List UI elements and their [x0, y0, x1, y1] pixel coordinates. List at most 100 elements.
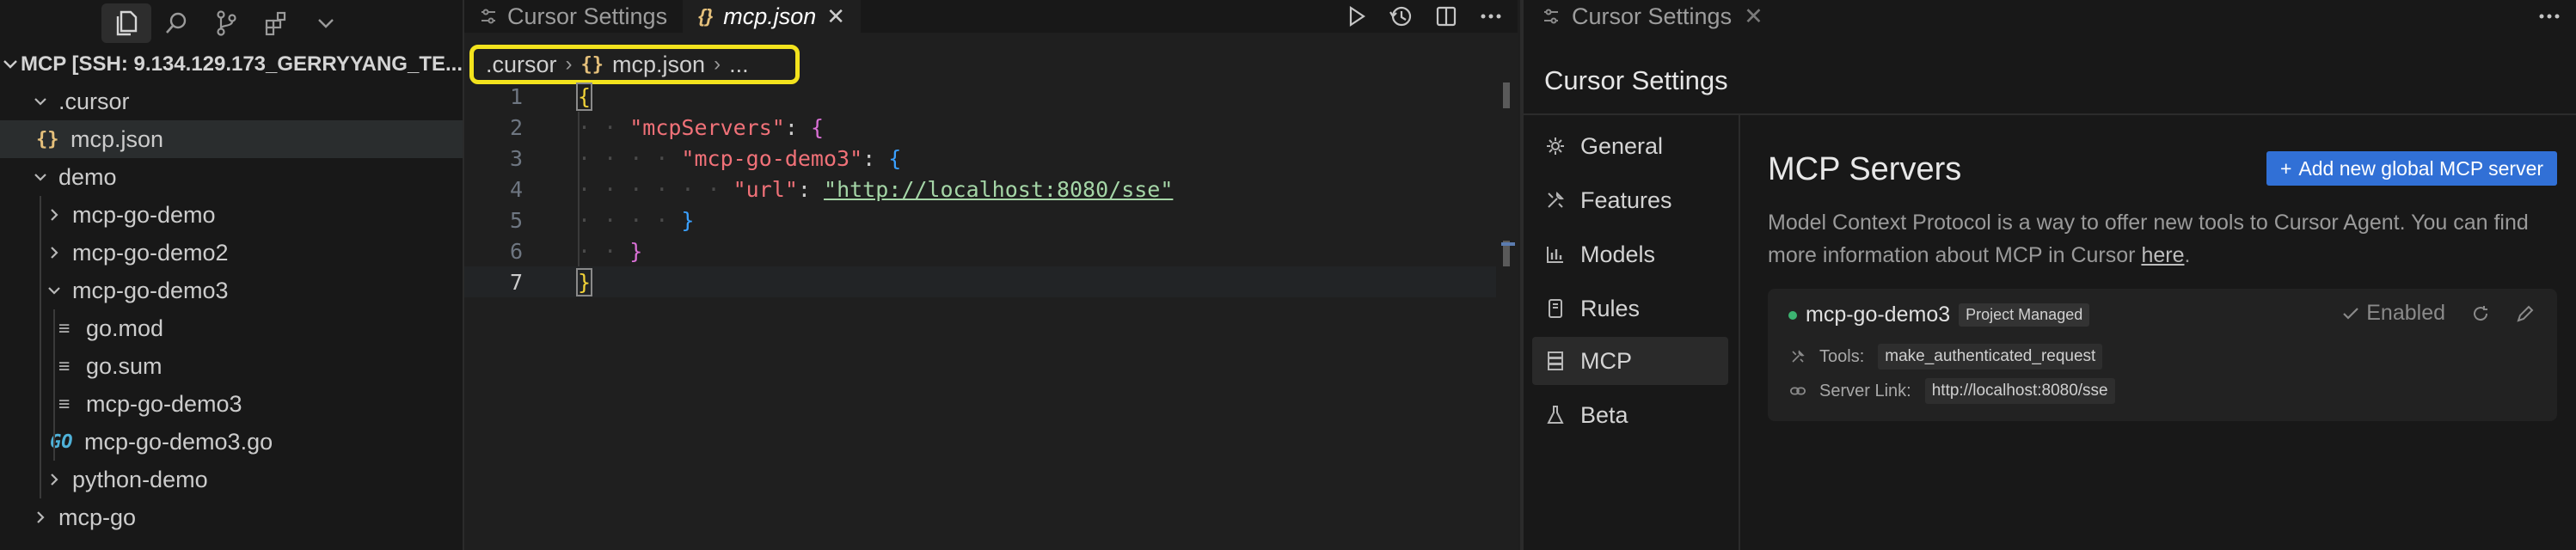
tab-label: Cursor Settings — [1572, 3, 1733, 29]
editor-tabs: Cursor Settings {} mcp.json ✕ — [464, 0, 1518, 33]
tab-cursor-settings[interactable]: Cursor Settings — [464, 0, 683, 33]
nav-item-general[interactable]: General — [1532, 122, 1728, 170]
nav-item-beta[interactable]: Beta — [1532, 391, 1728, 439]
nav-label: Rules — [1580, 295, 1641, 321]
close-icon[interactable]: ✕ — [1744, 3, 1763, 30]
code-line: 2 · · "mcpServers": { — [464, 112, 1496, 143]
tab-label: Cursor Settings — [507, 3, 668, 29]
tree-label: mcp-go-demo3 — [72, 277, 229, 303]
more-icon[interactable] — [2538, 13, 2561, 20]
explorer-sidebar: MCP [SSH: 9.134.129.173_GERRYYANG_TE... … — [0, 0, 464, 550]
split-editor-icon[interactable] — [1435, 5, 1457, 28]
add-mcp-server-button[interactable]: + Add new global MCP server — [2266, 151, 2557, 186]
nav-item-mcp[interactable]: MCP — [1532, 337, 1728, 385]
tree-label: python-demo — [72, 466, 208, 492]
breadcrumb-folder[interactable]: .cursor — [486, 52, 557, 78]
files-icon[interactable] — [101, 3, 151, 43]
breadcrumb[interactable]: .cursor › {} mcp.json › ... — [469, 45, 800, 84]
tree-folder[interactable]: mcp-go-demo2 — [0, 234, 463, 272]
run-icon[interactable] — [1347, 5, 1366, 28]
tree-label: mcp-go-demo2 — [72, 239, 229, 266]
scroll-marker — [1501, 242, 1515, 246]
tree-file[interactable]: GO mcp-go-demo3.go — [0, 423, 463, 461]
nav-item-rules[interactable]: Rules — [1532, 284, 1728, 333]
refresh-icon[interactable] — [2471, 304, 2490, 323]
nav-label: MCP — [1580, 347, 1632, 374]
workspace-header[interactable]: MCP [SSH: 9.134.129.173_GERRYYANG_TE... — [0, 48, 463, 81]
indent-guide — [53, 309, 55, 461]
settings-nav: General Features Models Rules MCP Beta — [1524, 115, 1740, 550]
server-icon — [1544, 351, 1567, 371]
tree-folder[interactable]: python-demo — [0, 461, 463, 498]
line-number: 4 — [509, 176, 523, 202]
chevron-down-icon — [28, 82, 53, 120]
json-file-icon: {} — [36, 128, 59, 150]
url-link[interactable]: "http://localhost:8080/sse" — [824, 177, 1173, 202]
tree-folder[interactable]: demo — [0, 158, 463, 196]
mcp-server-card: mcp-go-demo3 Project Managed Enabled Too… — [1768, 289, 2557, 421]
indent-guide — [578, 112, 580, 266]
chevron-down-icon — [41, 272, 67, 309]
tree-folder[interactable]: mcp-go-demo3 — [0, 272, 463, 309]
tree-label: demo — [58, 163, 117, 190]
tree-folder[interactable]: .cursor — [0, 82, 463, 120]
close-brace: } — [575, 267, 593, 296]
nav-label: Beta — [1580, 401, 1628, 428]
tools-label: Tools: — [1819, 346, 1865, 366]
json-file-icon: {} — [698, 5, 714, 27]
json-key: "mcp-go-demo3" — [681, 145, 863, 171]
check-icon — [2342, 307, 2359, 321]
line-number: 5 — [509, 207, 523, 233]
bar-chart-icon — [1544, 244, 1567, 265]
plus-icon: + — [2279, 156, 2292, 180]
panel-tabs: Cursor Settings ✕ — [1524, 0, 2576, 33]
close-icon[interactable]: ✕ — [826, 3, 845, 30]
line-number: 2 — [509, 114, 523, 140]
enabled-label: Enabled — [2366, 301, 2445, 325]
breadcrumb-more[interactable]: ... — [729, 52, 749, 78]
tree-folder[interactable]: mcp-go-demo — [0, 196, 463, 234]
nav-item-models[interactable]: Models — [1532, 230, 1728, 278]
tree-label: go.mod — [86, 315, 164, 341]
search-icon[interactable] — [151, 3, 201, 43]
code-line: 4 · · · · · · "url": "http://localhost:8… — [464, 174, 1496, 205]
line-number: 6 — [509, 238, 523, 264]
source-control-icon[interactable] — [201, 3, 251, 43]
code-line: 3 · · · · "mcp-go-demo3": { — [464, 143, 1496, 174]
editor-area: Cursor Settings {} mcp.json ✕ .cursor › … — [464, 0, 1518, 550]
code-line-current: 7 } — [464, 266, 1496, 297]
tree-label: mcp-go-demo3.go — [84, 428, 273, 455]
tree-file[interactable]: ≡ go.sum — [0, 347, 463, 385]
edit-icon[interactable] — [2516, 304, 2535, 323]
chevron-right-icon — [28, 498, 53, 536]
text-file-icon: ≡ — [58, 317, 71, 339]
nav-item-features[interactable]: Features — [1532, 176, 1728, 224]
breadcrumb-file[interactable]: mcp.json — [612, 52, 705, 78]
tools-icon — [1790, 349, 1806, 364]
nav-label: Features — [1580, 186, 1672, 213]
server-link-value[interactable]: http://localhost:8080/sse — [1924, 378, 2115, 404]
line-number: 1 — [509, 83, 523, 109]
tree-label: go.sum — [86, 352, 163, 379]
tools-icon — [1544, 190, 1567, 211]
scrollbar-thumb[interactable] — [1503, 82, 1510, 108]
more-icon[interactable] — [1480, 13, 1502, 20]
chevron-down-icon[interactable] — [301, 3, 351, 43]
tree-label: mcp-go — [58, 504, 137, 530]
tab-mcp-json[interactable]: {} mcp.json ✕ — [683, 0, 862, 33]
tree-file[interactable]: ≡ go.mod — [0, 309, 463, 347]
go-file-icon: GO — [50, 431, 73, 453]
chevron-down-icon — [28, 158, 53, 196]
extensions-icon[interactable] — [251, 3, 301, 43]
tree-folder[interactable]: mcp-go — [0, 498, 463, 536]
tree-file[interactable]: ≡ mcp-go-demo3 — [0, 385, 463, 423]
code-line: 6 · · } — [464, 235, 1496, 266]
line-number: 7 — [509, 269, 523, 295]
tab-cursor-settings[interactable]: Cursor Settings ✕ — [1524, 0, 1782, 33]
enabled-toggle[interactable]: Enabled — [2342, 301, 2445, 326]
tree-file-selected[interactable]: {} mcp.json — [0, 120, 463, 158]
history-icon[interactable] — [1389, 4, 1413, 28]
learn-more-link[interactable]: here — [2141, 243, 2184, 267]
server-actions: Enabled — [2342, 301, 2535, 326]
json-key: "mcpServers" — [629, 114, 785, 140]
